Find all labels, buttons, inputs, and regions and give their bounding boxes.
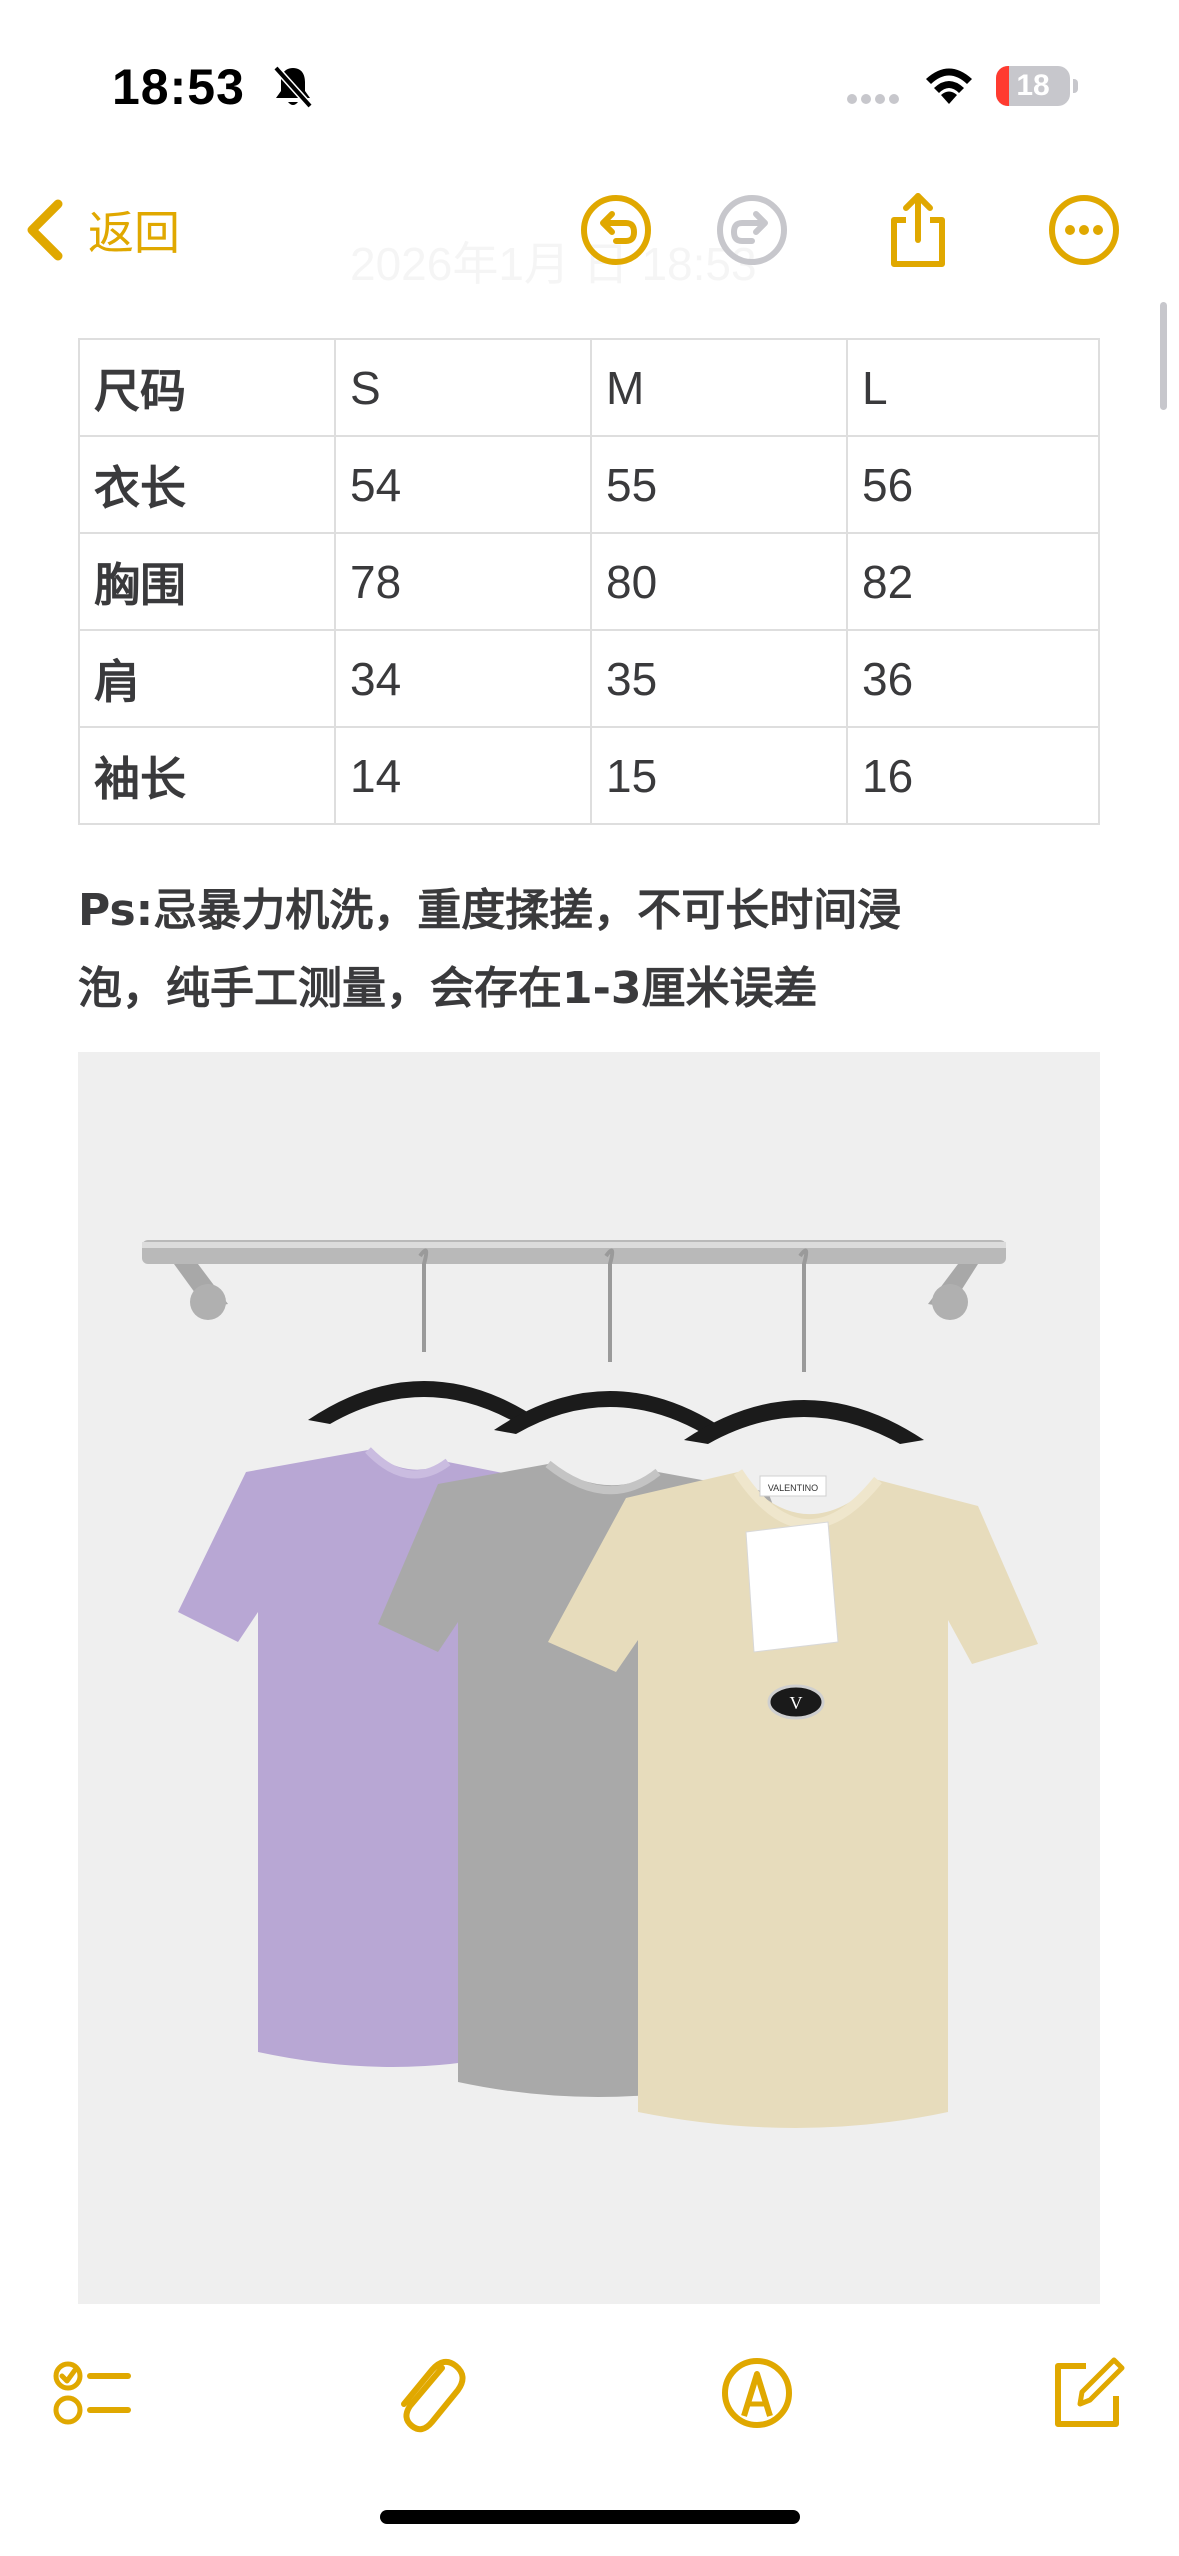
status-time: 18:53 (112, 59, 245, 115)
chevron-left-icon (27, 199, 63, 261)
table-cell[interactable]: 尺码 (78, 338, 336, 437)
scroll-indicator[interactable] (1160, 302, 1167, 410)
table-cell[interactable]: 肩 (78, 629, 336, 728)
table-row: 衣长 54 55 56 (78, 435, 1100, 534)
table-row: 肩 34 35 36 (78, 629, 1100, 728)
paperclip-icon (401, 2358, 466, 2433)
table-cell[interactable]: S (334, 338, 592, 437)
table-cell[interactable]: 82 (846, 532, 1100, 631)
checklist-icon (53, 2361, 131, 2425)
back-label: 返回 (88, 206, 180, 260)
note-body[interactable]: Ps:忌暴力机洗，重度揉搓，不可长时间浸 泡，纯手工测量，会存在1-3厘米误差 (78, 872, 1108, 1028)
notes-screen: 18:53 18 2026年1月 日 18:53 返回 尺码 S M L 衣长 … (0, 0, 1179, 2556)
more-icon (1049, 195, 1119, 265)
back-button[interactable]: 返回 (22, 192, 180, 268)
table-cell[interactable]: 16 (846, 726, 1100, 825)
note-line: Ps:忌暴力机洗，重度揉搓，不可长时间浸 (78, 885, 902, 936)
product-photo[interactable]: VALENTINO V (78, 1052, 1100, 2304)
table-cell[interactable]: 15 (590, 726, 848, 825)
redo-icon (717, 195, 787, 265)
markup-pen-icon (722, 2358, 792, 2428)
tag-brand: VALENTINO (768, 1483, 818, 1493)
wifi-icon (926, 68, 972, 104)
table-row: 袖长 14 15 16 (78, 726, 1100, 825)
table-cell[interactable]: M (590, 338, 848, 437)
checklist-button[interactable] (48, 2348, 138, 2438)
attachment-button[interactable] (382, 2348, 472, 2438)
bottom-toolbar (0, 2320, 1179, 2470)
table-cell[interactable]: 54 (334, 435, 592, 534)
table-cell[interactable]: 衣长 (78, 435, 336, 534)
redo-button[interactable] (714, 192, 790, 268)
table-cell[interactable]: 36 (846, 629, 1100, 728)
note-line: 泡，纯手工测量，会存在1-3厘米误差 (78, 963, 818, 1014)
table-cell[interactable]: 袖长 (78, 726, 336, 825)
navigation-bar: 2026年1月 日 18:53 返回 (0, 170, 1179, 290)
table-cell[interactable]: 78 (334, 532, 592, 631)
table-cell[interactable]: 34 (334, 629, 592, 728)
table-cell[interactable]: 14 (334, 726, 592, 825)
compose-button[interactable] (1040, 2348, 1130, 2438)
battery-level: 18 (1016, 69, 1050, 102)
table-row: 尺码 S M L (78, 338, 1100, 437)
undo-button[interactable] (578, 192, 654, 268)
markup-button[interactable] (712, 2348, 802, 2438)
battery-indicator: 18 (996, 66, 1078, 108)
undo-icon (581, 195, 651, 265)
table-cell[interactable]: 56 (846, 435, 1100, 534)
share-button[interactable] (880, 192, 956, 268)
compose-icon (1055, 2357, 1125, 2427)
size-table: 尺码 S M L 衣长 54 55 56 胸围 78 80 82 肩 34 35… (78, 338, 1100, 825)
share-icon (891, 193, 945, 267)
home-indicator[interactable] (380, 2510, 800, 2524)
table-cell[interactable]: L (846, 338, 1100, 437)
table-cell[interactable]: 35 (590, 629, 848, 728)
bell-slash-icon (273, 65, 313, 109)
photo-illustration: VALENTINO V (78, 1052, 1100, 2304)
status-bar: 18:53 18 (0, 0, 1179, 150)
table-cell[interactable]: 胸围 (78, 532, 336, 631)
more-button[interactable] (1046, 192, 1122, 268)
note-date: 2026年1月 日 18:53 (350, 238, 757, 290)
cellular-signal-icon (847, 94, 899, 104)
table-cell[interactable]: 55 (590, 435, 848, 534)
table-cell[interactable]: 80 (590, 532, 848, 631)
svg-text:V: V (790, 1693, 803, 1713)
table-row: 胸围 78 80 82 (78, 532, 1100, 631)
